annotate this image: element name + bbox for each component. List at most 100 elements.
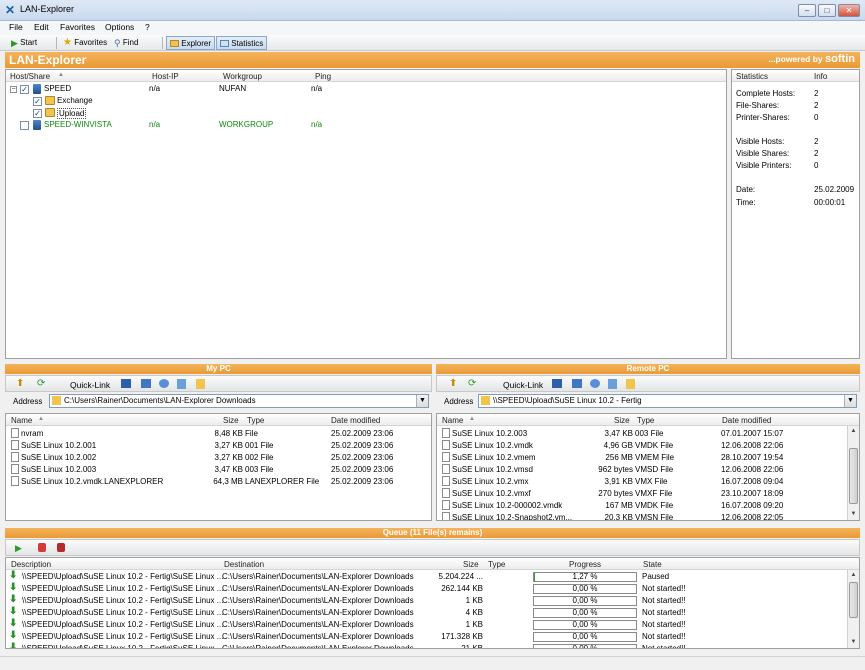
progress-text: 0,00 % bbox=[572, 644, 598, 649]
col-type[interactable]: Type bbox=[488, 560, 505, 569]
queue-description: \\SPEED\Upload\SuSE Linux 10.2 - Fertig\… bbox=[22, 620, 224, 629]
stat-value: 2 bbox=[814, 101, 819, 110]
queue-scrollbar[interactable]: ▲ ▼ bbox=[847, 570, 859, 648]
refresh-icon[interactable]: ⟳ bbox=[468, 378, 476, 389]
stat-value: 0 bbox=[814, 113, 819, 122]
chevron-down-icon[interactable]: ▼ bbox=[416, 395, 428, 407]
host-checkbox[interactable] bbox=[20, 121, 29, 130]
col-name[interactable]: Name bbox=[11, 416, 32, 425]
computer-icon bbox=[33, 120, 41, 130]
remote-file-list[interactable]: Name ▲ Size Type Date modified SuSE Linu… bbox=[436, 413, 860, 521]
downloads-folder-icon[interactable] bbox=[626, 379, 635, 389]
explorer-button[interactable]: Explorer bbox=[166, 36, 216, 50]
progress-bar: 0,00 % bbox=[533, 644, 637, 649]
remote-scrollbar[interactable]: ▲ ▼ bbox=[847, 426, 859, 520]
menu-options[interactable]: Options bbox=[105, 22, 134, 32]
col-date[interactable]: Date modified bbox=[722, 416, 771, 425]
desktop-icon[interactable] bbox=[121, 379, 131, 388]
folder-up-icon[interactable]: ⬆ bbox=[16, 378, 24, 389]
menu-help[interactable]: ? bbox=[145, 22, 150, 32]
documents-icon[interactable] bbox=[177, 379, 186, 389]
share-name[interactable]: Exchange bbox=[57, 96, 93, 105]
col-state[interactable]: State bbox=[643, 560, 662, 569]
quicklink-label: Quick-Link bbox=[503, 380, 544, 390]
mypc-file-list[interactable]: Name ▲ Size Type Date modified nvram 8,4… bbox=[5, 413, 432, 521]
col-ping[interactable]: Ping bbox=[315, 72, 331, 81]
scroll-up-icon[interactable]: ▲ bbox=[848, 426, 859, 437]
share-name-selected[interactable]: Upload bbox=[57, 108, 87, 119]
queue-state: Not started!! bbox=[642, 584, 686, 593]
host-name[interactable]: SPEED-WINVISTA bbox=[44, 120, 112, 129]
col-type[interactable]: Type bbox=[247, 416, 264, 425]
col-type[interactable]: Type bbox=[637, 416, 654, 425]
minimize-button[interactable]: – bbox=[798, 4, 816, 17]
favorites-button[interactable]: ★ Favorites bbox=[60, 36, 110, 50]
file-icon bbox=[11, 476, 19, 486]
col-destination[interactable]: Destination bbox=[224, 560, 264, 569]
folder-icon bbox=[52, 396, 61, 405]
menu-file[interactable]: File bbox=[9, 22, 23, 32]
remove-item-icon[interactable] bbox=[38, 543, 46, 552]
scroll-up-icon[interactable]: ▲ bbox=[848, 570, 859, 581]
chevron-down-icon[interactable]: ▼ bbox=[844, 395, 856, 407]
collapse-toggle[interactable]: − bbox=[10, 86, 17, 93]
col-size[interactable]: Size bbox=[223, 416, 239, 425]
host-checkbox[interactable]: ✓ bbox=[20, 85, 29, 94]
downloads-folder-icon[interactable] bbox=[196, 379, 205, 389]
desktop-icon[interactable] bbox=[552, 379, 562, 388]
share-checkbox[interactable]: ✓ bbox=[33, 109, 42, 118]
col-host-share[interactable]: Host/Share bbox=[10, 72, 50, 81]
file-type: File bbox=[245, 429, 258, 438]
scroll-down-icon[interactable]: ▼ bbox=[848, 637, 859, 648]
col-workgroup[interactable]: Workgroup bbox=[223, 72, 262, 81]
progress-text: 0,00 % bbox=[572, 620, 598, 629]
queue-list[interactable]: Description Destination Size Type Progre… bbox=[5, 557, 860, 649]
computer-icon bbox=[33, 84, 41, 94]
file-icon bbox=[442, 464, 450, 474]
file-date: 16.07.2008 09:04 bbox=[721, 477, 784, 486]
file-name: nvram bbox=[21, 429, 44, 438]
stat-label: Visible Hosts: bbox=[736, 137, 785, 146]
network-icon[interactable] bbox=[159, 379, 169, 388]
mypc-address-field[interactable]: C:\Users\Rainer\Documents\LAN-Explorer D… bbox=[49, 394, 429, 408]
remove-all-icon[interactable] bbox=[57, 543, 65, 552]
remote-address-bar: Address \\SPEED\Upload\SuSE Linux 10.2 -… bbox=[436, 393, 860, 409]
scroll-down-icon[interactable]: ▼ bbox=[848, 509, 859, 520]
documents-icon[interactable] bbox=[608, 379, 617, 389]
file-size: 270 bytes bbox=[598, 489, 633, 498]
computer-icon[interactable] bbox=[572, 379, 582, 388]
col-statistics[interactable]: Statistics bbox=[736, 72, 768, 81]
col-size[interactable]: Size bbox=[463, 560, 479, 569]
col-description[interactable]: Description bbox=[11, 560, 51, 569]
maximize-button[interactable]: □ bbox=[818, 4, 836, 17]
find-button[interactable]: ⚲ Find bbox=[111, 36, 141, 50]
menu-favorites[interactable]: Favorites bbox=[60, 22, 95, 32]
col-date[interactable]: Date modified bbox=[331, 416, 380, 425]
col-info[interactable]: Info bbox=[814, 72, 827, 81]
computer-icon[interactable] bbox=[141, 379, 151, 388]
menu-edit[interactable]: Edit bbox=[34, 22, 49, 32]
scroll-thumb[interactable] bbox=[849, 582, 858, 618]
folder-up-icon[interactable]: ⬆ bbox=[449, 378, 457, 389]
host-ping: n/a bbox=[311, 84, 323, 93]
refresh-icon[interactable]: ⟳ bbox=[37, 378, 45, 389]
host-name[interactable]: SPEED bbox=[44, 84, 71, 93]
statistics-button[interactable]: Statistics bbox=[216, 36, 268, 50]
col-host-ip[interactable]: Host-IP bbox=[152, 72, 179, 81]
network-icon[interactable] bbox=[590, 379, 600, 388]
network-tree[interactable]: Host/Share ▲ Host-IP Workgroup Ping − ✓ … bbox=[5, 69, 727, 359]
address-label: Address bbox=[444, 397, 474, 406]
start-button[interactable]: ▶ Start bbox=[8, 36, 40, 50]
close-button[interactable]: ✕ bbox=[838, 4, 860, 17]
brand-logo: softin bbox=[825, 53, 855, 65]
file-icon bbox=[442, 512, 450, 520]
col-size[interactable]: Size bbox=[614, 416, 630, 425]
file-date: 12.06.2008 22:05 bbox=[721, 513, 784, 521]
scroll-thumb[interactable] bbox=[849, 448, 858, 504]
share-checkbox[interactable]: ✓ bbox=[33, 97, 42, 106]
col-progress[interactable]: Progress bbox=[569, 560, 601, 569]
col-name[interactable]: Name bbox=[442, 416, 463, 425]
remote-address-field[interactable]: \\SPEED\Upload\SuSE Linux 10.2 - Fertig … bbox=[478, 394, 857, 408]
file-icon bbox=[442, 500, 450, 510]
play-icon[interactable]: ▶ bbox=[15, 543, 22, 554]
